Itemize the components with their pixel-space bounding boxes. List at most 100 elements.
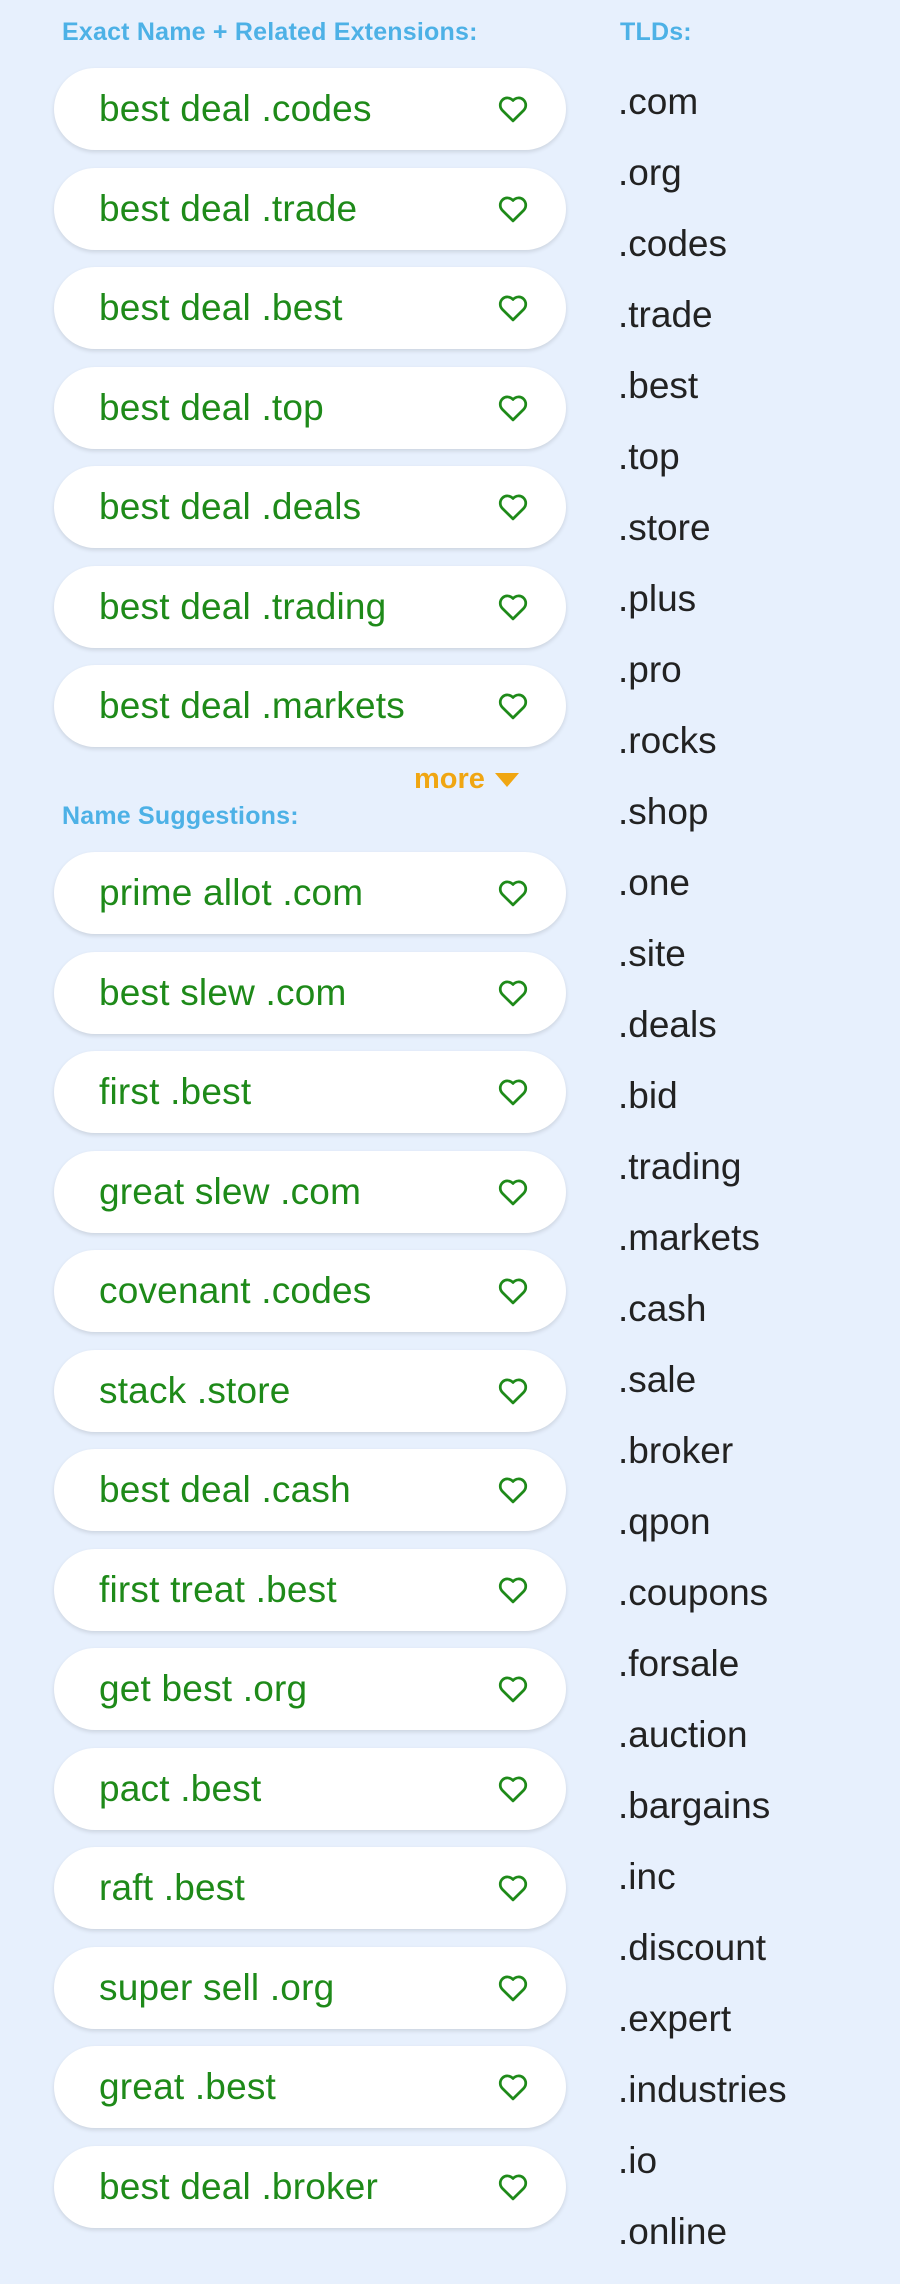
- domain-name: best deal .deals: [99, 486, 362, 527]
- domain-name: first treat .best: [99, 1568, 337, 1610]
- tld-item[interactable]: .trading: [618, 1148, 787, 1219]
- tld-item[interactable]: .industries: [618, 2071, 787, 2142]
- tld-item[interactable]: .markets: [618, 1219, 787, 1290]
- exact-name-list: best deal .codes best deal .trade best dea…: [54, 68, 566, 765]
- name-suggestions-list: prime allot .com best slew .com first .bes…: [54, 852, 566, 2245]
- tld-item[interactable]: .bid: [618, 1077, 787, 1148]
- domain-suggestion-item[interactable]: best deal .best: [54, 267, 566, 349]
- domain-suggestion-item[interactable]: best deal .deals: [54, 466, 566, 548]
- domain-name: great slew .com: [99, 1170, 362, 1212]
- domain-suggestion-item[interactable]: best deal .markets: [54, 665, 566, 747]
- domain-name: stack .store: [99, 1369, 291, 1411]
- domain-suggestion-item[interactable]: first treat .best: [54, 1548, 566, 1631]
- domain-name: best slew .com: [99, 971, 347, 1013]
- heart-outline-icon[interactable]: [498, 1177, 528, 1207]
- domain-suggestion-item[interactable]: covenant .codes: [54, 1250, 566, 1332]
- domain-suggestion-item[interactable]: best deal .broker: [54, 2145, 566, 2228]
- domain-name: best deal .codes: [99, 88, 372, 129]
- tld-item[interactable]: .online: [618, 2213, 787, 2284]
- domain-suggestion-item[interactable]: first .best: [54, 1051, 566, 1133]
- tld-item[interactable]: .discount: [618, 1929, 787, 2000]
- domain-name: covenant .codes: [99, 1270, 372, 1311]
- domain-name: best deal .best: [99, 287, 343, 328]
- tld-item[interactable]: .cash: [618, 1290, 787, 1361]
- domain-name: raft .best: [99, 1867, 245, 1908]
- domain-name: best deal .broker: [99, 2165, 379, 2207]
- heart-outline-icon[interactable]: [498, 492, 528, 522]
- tld-item[interactable]: .trade: [618, 296, 787, 367]
- domain-name: get best .org: [99, 1668, 308, 1709]
- heart-outline-icon[interactable]: [498, 978, 528, 1008]
- heart-outline-icon[interactable]: [498, 691, 528, 721]
- tld-item[interactable]: .pro: [618, 651, 787, 722]
- tld-item[interactable]: .site: [618, 935, 787, 1006]
- more-button[interactable]: more: [414, 763, 521, 796]
- domain-suggestion-item[interactable]: best deal .top: [54, 366, 566, 449]
- heart-outline-icon[interactable]: [498, 1276, 528, 1306]
- heart-outline-icon[interactable]: [498, 878, 528, 908]
- tld-item[interactable]: .one: [618, 864, 787, 935]
- heart-outline-icon[interactable]: [498, 1873, 528, 1903]
- tld-item[interactable]: .qpon: [618, 1503, 787, 1574]
- domain-name: best deal .trade: [99, 187, 358, 229]
- domain-suggestion-item[interactable]: great slew .com: [54, 1150, 566, 1233]
- tld-item[interactable]: .com: [618, 83, 787, 154]
- exact-name-section-label: Exact Name + Related Extensions:: [62, 18, 478, 46]
- tld-item[interactable]: .bargains: [618, 1787, 787, 1858]
- domain-name: best deal .trading: [99, 585, 387, 627]
- heart-outline-icon[interactable]: [498, 94, 528, 124]
- tld-item[interactable]: .rocks: [618, 722, 787, 793]
- tld-item[interactable]: .deals: [618, 1006, 787, 1077]
- tld-item[interactable]: .expert: [618, 2000, 787, 2071]
- tld-item[interactable]: .plus: [618, 580, 787, 651]
- tld-item[interactable]: .inc: [618, 1858, 787, 1929]
- domain-suggestion-item[interactable]: best deal .trading: [54, 565, 566, 648]
- domain-suggestion-item[interactable]: great .best: [54, 2046, 566, 2128]
- tld-item[interactable]: .shop: [618, 793, 787, 864]
- tld-item[interactable]: .org: [618, 154, 787, 225]
- tld-item[interactable]: .auction: [618, 1716, 787, 1787]
- domain-suggestion-item[interactable]: pact .best: [54, 1747, 566, 1830]
- domain-name: prime allot .com: [99, 872, 364, 913]
- tld-item[interactable]: .store: [618, 509, 787, 580]
- tld-item[interactable]: .coupons: [618, 1574, 787, 1645]
- domain-suggestion-item[interactable]: stack .store: [54, 1349, 566, 1432]
- domain-name: great .best: [99, 2066, 277, 2107]
- tld-item[interactable]: .sale: [618, 1361, 787, 1432]
- heart-outline-icon[interactable]: [498, 1575, 528, 1605]
- caret-down-icon: [494, 772, 519, 787]
- tld-list: .com .org .codes .trade .best .top .store .plus…: [618, 83, 787, 2284]
- more-label: more: [414, 763, 485, 795]
- domain-suggestion-item[interactable]: best deal .codes: [54, 68, 566, 150]
- heart-outline-icon[interactable]: [498, 293, 528, 323]
- heart-outline-icon[interactable]: [498, 2072, 528, 2102]
- domain-suggestion-item[interactable]: prime allot .com: [54, 852, 566, 934]
- domain-suggestion-item[interactable]: best slew .com: [54, 951, 566, 1034]
- tld-item[interactable]: .top: [618, 438, 787, 509]
- domain-suggestion-item[interactable]: raft .best: [54, 1847, 566, 1929]
- heart-outline-icon[interactable]: [498, 1077, 528, 1107]
- domain-suggestion-item[interactable]: super sell .org: [54, 1946, 566, 2029]
- domain-name: first .best: [99, 1071, 252, 1112]
- domain-name: super sell .org: [99, 1966, 335, 2008]
- heart-outline-icon[interactable]: [498, 1376, 528, 1406]
- heart-outline-icon[interactable]: [498, 194, 528, 224]
- domain-suggestion-item[interactable]: best deal .trade: [54, 167, 566, 250]
- heart-outline-icon[interactable]: [498, 2172, 528, 2202]
- tld-item[interactable]: .broker: [618, 1432, 787, 1503]
- domain-name: pact .best: [99, 1767, 262, 1809]
- heart-outline-icon[interactable]: [498, 1674, 528, 1704]
- heart-outline-icon[interactable]: [498, 393, 528, 423]
- heart-outline-icon[interactable]: [498, 592, 528, 622]
- tld-item[interactable]: .forsale: [618, 1645, 787, 1716]
- heart-outline-icon[interactable]: [498, 1774, 528, 1804]
- heart-outline-icon[interactable]: [498, 1973, 528, 2003]
- heart-outline-icon[interactable]: [498, 1475, 528, 1505]
- domain-suggestion-item[interactable]: best deal .cash: [54, 1449, 566, 1531]
- tld-item[interactable]: .io: [618, 2142, 787, 2213]
- domain-name: best deal .cash: [99, 1469, 351, 1510]
- name-suggestions-section-label: Name Suggestions:: [62, 802, 299, 830]
- domain-suggestion-item[interactable]: get best .org: [54, 1648, 566, 1730]
- tld-item[interactable]: .codes: [618, 225, 787, 296]
- tld-item[interactable]: .best: [618, 367, 787, 438]
